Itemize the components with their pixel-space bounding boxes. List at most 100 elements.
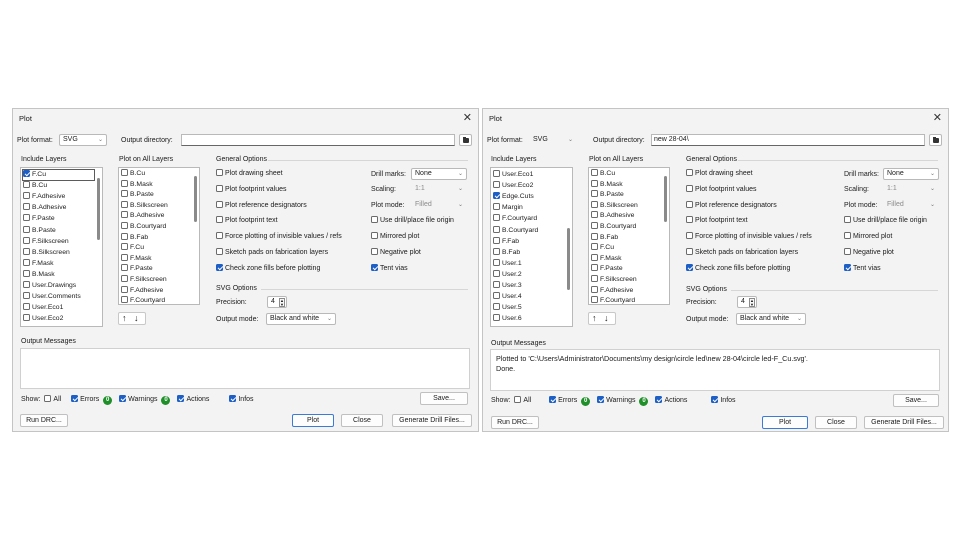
layer-checkbox[interactable] — [844, 232, 851, 239]
layer-checkbox[interactable] — [493, 170, 500, 177]
arrow-up-icon[interactable]: ↑ — [592, 314, 597, 323]
option-checkbox[interactable]: Negative plot — [371, 248, 421, 257]
precision-spinner[interactable]: 4 ▲ ▼ — [737, 296, 757, 308]
layer-checkbox[interactable] — [591, 275, 598, 282]
layer-checkbox[interactable] — [493, 192, 500, 200]
layer-checkbox[interactable] — [493, 314, 500, 322]
option-checkbox[interactable]: Sketch pads on fabrication layers — [216, 248, 328, 257]
arrow-down-icon[interactable]: ↓ — [604, 314, 609, 323]
close-icon[interactable]: ✕ — [463, 111, 472, 124]
layer-list-item[interactable]: F.Adhesive — [121, 285, 163, 296]
layer-checkbox[interactable] — [23, 170, 30, 177]
layer-list-item[interactable]: F.Paste — [23, 214, 55, 224]
layer-checkbox[interactable] — [493, 258, 500, 266]
filter-infos-checkbox[interactable] — [229, 395, 237, 402]
layer-list-item[interactable]: User.1 — [493, 258, 522, 269]
layer-list-item[interactable]: B.Cu — [23, 181, 47, 191]
layer-list-item[interactable]: F.Mask — [23, 258, 54, 269]
layer-checkbox[interactable] — [121, 169, 128, 176]
layer-checkbox[interactable] — [591, 264, 598, 272]
layer-checkbox[interactable] — [121, 296, 128, 304]
layer-checkbox[interactable] — [686, 185, 693, 192]
plot-format-select[interactable]: SVG ⌄ — [529, 134, 577, 146]
layer-checkbox[interactable] — [493, 203, 500, 211]
layer-checkbox[interactable] — [121, 190, 128, 198]
plot-mode-select[interactable]: Filled ⌄ — [411, 199, 467, 211]
layer-checkbox[interactable] — [121, 243, 128, 251]
option-checkbox[interactable]: Plot drawing sheet — [686, 169, 753, 178]
layer-checkbox[interactable] — [216, 216, 223, 223]
layer-checkbox[interactable] — [216, 201, 223, 208]
layer-checkbox[interactable] — [493, 247, 500, 255]
layer-checkbox[interactable] — [216, 264, 223, 271]
layer-checkbox[interactable] — [371, 216, 378, 223]
layer-list-item[interactable]: F.Courtyard — [121, 296, 165, 304]
layer-checkbox[interactable] — [591, 253, 598, 261]
layer-checkbox[interactable] — [216, 232, 223, 239]
option-checkbox[interactable]: Force plotting of invisible values / ref… — [686, 232, 812, 241]
layer-list-item[interactable]: User.Eco1 — [493, 170, 533, 180]
layer-checkbox[interactable] — [493, 269, 500, 277]
layer-checkbox[interactable] — [23, 214, 30, 222]
layer-checkbox[interactable] — [23, 181, 30, 189]
layer-checkbox[interactable] — [23, 225, 30, 233]
layer-list-item[interactable]: User.6 — [493, 314, 522, 324]
layer-list-item[interactable]: B.Courtyard — [121, 222, 166, 232]
layer-checkbox[interactable] — [216, 185, 223, 192]
layer-list-item[interactable]: F.Mask — [591, 253, 622, 264]
layer-checkbox[interactable] — [121, 232, 128, 240]
layer-checkbox[interactable] — [23, 203, 30, 211]
generate-drill-files-button[interactable]: Generate Drill Files... — [864, 416, 944, 429]
layer-list-item[interactable]: F.Mask — [121, 253, 152, 264]
layer-checkbox[interactable] — [686, 248, 693, 255]
layer-checkbox[interactable] — [121, 179, 128, 187]
layer-list-item[interactable]: User.5 — [493, 303, 522, 313]
option-checkbox[interactable]: Mirrored plot — [844, 232, 892, 241]
plot-format-select[interactable]: SVG ⌄ — [59, 134, 107, 146]
option-checkbox[interactable]: Tent vias — [844, 264, 881, 273]
layer-list-item[interactable]: F.Fab — [493, 236, 519, 247]
layer-list-item[interactable]: F.Adhesive — [591, 285, 633, 296]
filter-errors-checkbox[interactable] — [549, 396, 557, 403]
layer-checkbox[interactable] — [493, 225, 500, 233]
layer-checkbox[interactable] — [23, 281, 30, 288]
plot-button[interactable]: Plot — [292, 414, 334, 427]
layer-list-item[interactable]: F.Courtyard — [591, 296, 635, 304]
layer-list-item[interactable]: B.Adhesive — [591, 211, 634, 221]
layer-list-item[interactable]: B.Mask — [591, 179, 623, 190]
layer-list-item[interactable]: F.Paste — [591, 264, 623, 274]
filter-all-checkbox[interactable] — [514, 396, 522, 403]
include-layers-list[interactable]: User.Eco1 User.Eco2 Edge.Cuts Margin F.Court… — [490, 167, 573, 327]
layer-list-item[interactable]: F.Adhesive — [23, 192, 65, 202]
option-checkbox[interactable]: Plot footprint text — [686, 216, 748, 225]
filter-warnings-checkbox[interactable] — [597, 396, 605, 403]
plot-on-all-layers-list[interactable]: B.Cu B.Mask B.Paste B.Silkscreen B.Adhesive B… — [118, 167, 200, 305]
layer-checkbox[interactable] — [216, 248, 223, 255]
run-drc-button[interactable]: Run DRC... — [20, 414, 68, 427]
spin-arrows-icon[interactable]: ▲ ▼ — [279, 298, 285, 307]
layer-checkbox[interactable] — [591, 190, 598, 198]
layer-checkbox[interactable] — [591, 179, 598, 187]
drill-marks-select[interactable]: None ⌄ — [411, 168, 467, 180]
layer-list-item[interactable]: F.Courtyard — [493, 214, 537, 224]
layer-list-item[interactable]: User.Drawings — [23, 281, 76, 291]
layer-list-item[interactable]: B.Fab — [493, 247, 520, 258]
plot-button[interactable]: Plot — [762, 416, 808, 429]
option-checkbox[interactable]: Force plotting of invisible values / ref… — [216, 232, 342, 241]
layer-checkbox[interactable] — [23, 192, 30, 200]
option-checkbox[interactable]: Plot reference designators — [686, 201, 777, 210]
plot-mode-select[interactable]: Filled ⌄ — [883, 199, 939, 211]
layer-checkbox[interactable] — [844, 248, 851, 255]
layer-checkbox[interactable] — [371, 264, 378, 271]
layer-list-item[interactable]: F.Cu — [121, 243, 144, 253]
output-mode-select[interactable]: Black and white ⌄ — [266, 313, 336, 325]
output-directory-input[interactable]: new 28-04\ — [651, 134, 925, 146]
layer-checkbox[interactable] — [371, 248, 378, 255]
layer-list-item[interactable]: B.Adhesive — [23, 203, 66, 213]
layer-list-item[interactable]: B.Courtyard — [493, 225, 538, 236]
layer-list-item[interactable]: B.Mask — [121, 179, 153, 190]
option-checkbox[interactable]: Plot footprint text — [216, 216, 278, 225]
arrow-up-icon[interactable]: ↑ — [122, 314, 127, 323]
layer-checkbox[interactable] — [844, 264, 851, 271]
layer-checkbox[interactable] — [493, 214, 500, 222]
